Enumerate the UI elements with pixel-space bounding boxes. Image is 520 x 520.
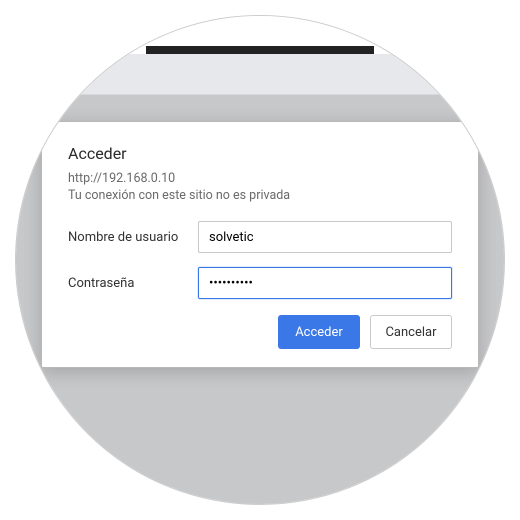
username-label: Nombre de usuario: [68, 230, 198, 245]
password-row: Contraseña: [68, 267, 452, 299]
submit-button[interactable]: Acceder: [278, 315, 360, 349]
browser-chrome: [16, 16, 504, 101]
username-row: Nombre de usuario: [68, 221, 452, 253]
username-input[interactable]: [198, 221, 452, 253]
dialog-url: http://192.168.0.10: [68, 171, 452, 186]
password-label: Contraseña: [68, 276, 198, 291]
auth-dialog: Acceder http://192.168.0.10 Tu conexión …: [41, 121, 479, 368]
password-input[interactable]: [198, 267, 452, 299]
dialog-actions: Acceder Cancelar: [68, 315, 452, 349]
cancel-button[interactable]: Cancelar: [370, 315, 452, 349]
dialog-title: Acceder: [68, 144, 452, 163]
dialog-message: Tu conexión con este sitio no es privada: [68, 188, 452, 203]
browser-toolbar: [16, 54, 504, 94]
tab-strip: [146, 46, 374, 54]
viewport-circle: Acceder http://192.168.0.10 Tu conexión …: [15, 15, 505, 505]
